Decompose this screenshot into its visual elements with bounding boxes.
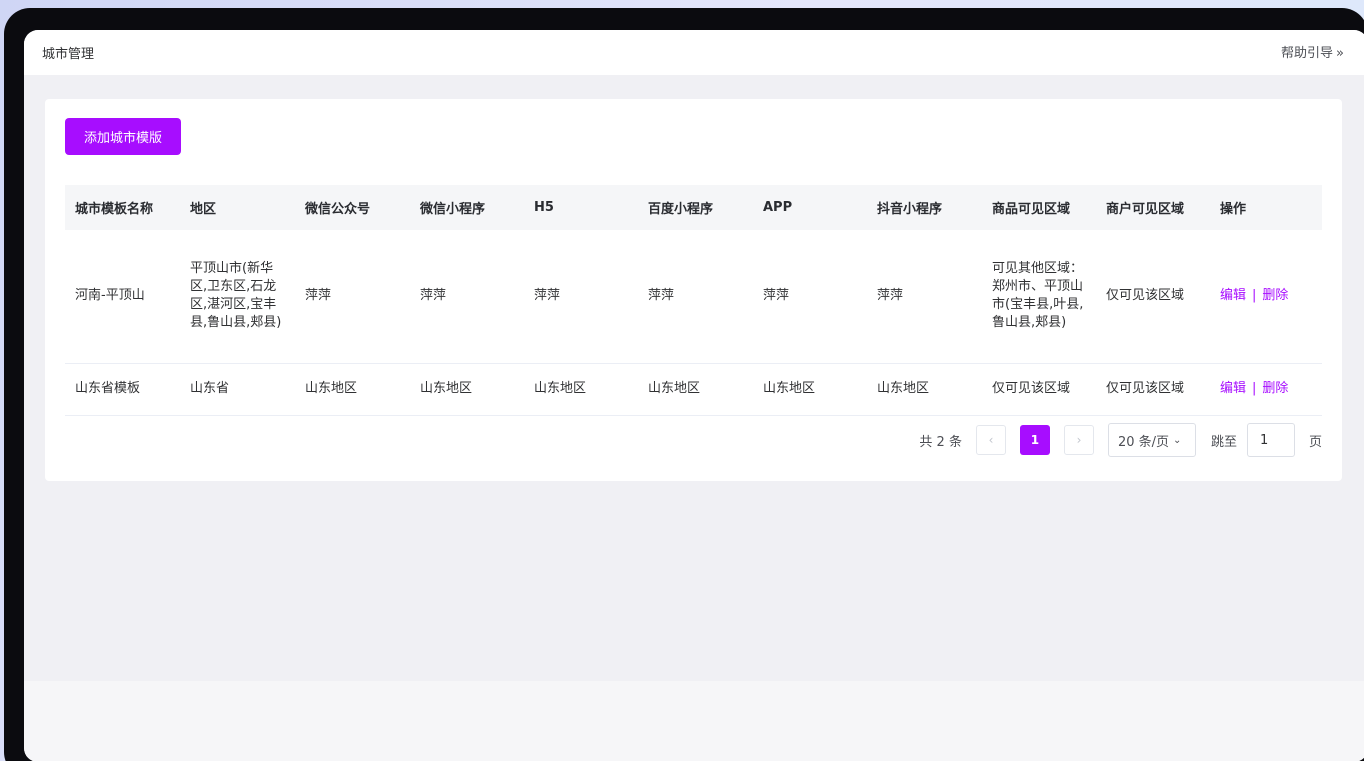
cell-actions: 编辑 | 删除 xyxy=(1210,230,1322,364)
cell-region: 平顶山市(新华区,卫东区,石龙区,湛河区,宝丰县,鲁山县,郏县) xyxy=(180,230,295,364)
column-header-douyin-mini: 抖音小程序 xyxy=(877,202,943,217)
help-guide-link[interactable]: 帮助引导» xyxy=(1281,42,1344,61)
cell-douyin-mini: 山东地区 xyxy=(867,363,982,416)
column-header-h5: H5 xyxy=(534,200,554,215)
cell-wechat-mp: 萍萍 xyxy=(295,230,410,364)
cell-region: 山东省 xyxy=(180,363,295,416)
bottom-area xyxy=(24,681,1364,761)
action-separator: | xyxy=(1252,288,1257,304)
edit-link[interactable]: 编辑 xyxy=(1220,381,1246,396)
city-template-card: 添加城市模版 城市模板名称 地区 微信公众号 微信小程序 H5 百度小程序 AP… xyxy=(45,99,1342,481)
chevron-left-icon: ‹ xyxy=(988,433,994,447)
page-title: 城市管理 xyxy=(42,47,95,62)
page-size-value: 20 条/页 xyxy=(1117,434,1170,450)
column-header-baidu-mini: 百度小程序 xyxy=(648,202,714,217)
next-page-button[interactable]: › xyxy=(1063,425,1094,455)
total-count: 共 2 条 xyxy=(919,434,962,450)
app-screen: 城市管理 帮助引导» 添加城市模版 城市模板名称 地区 微信公众号 微信小程序 … xyxy=(24,30,1364,761)
cell-wechat-mini: 山东地区 xyxy=(410,363,524,416)
column-header-actions: 操作 xyxy=(1220,202,1247,217)
column-header-region: 地区 xyxy=(190,202,217,217)
delete-link[interactable]: 删除 xyxy=(1262,381,1288,396)
table-row: 河南-平顶山 平顶山市(新华区,卫东区,石龙区,湛河区,宝丰县,鲁山县,郏县) … xyxy=(65,230,1322,364)
pagination: 共 2 条 ‹ 1 › 20 条/页 ⌄ 跳至 页 xyxy=(919,423,1322,457)
city-template-table: 城市模板名称 地区 微信公众号 微信小程序 H5 百度小程序 APP 抖音小程序… xyxy=(65,185,1322,416)
column-header-wechat-mp: 微信公众号 xyxy=(305,202,371,217)
double-chevron-right-icon: » xyxy=(1336,46,1344,61)
add-city-template-button[interactable]: 添加城市模版 xyxy=(65,118,181,155)
cell-goods-visible: 可见其他区域：郑州市、平顶山市(宝丰县,叶县,鲁山县,郏县) xyxy=(982,230,1096,364)
cell-h5: 山东地区 xyxy=(524,363,638,416)
cell-baidu-mini: 萍萍 xyxy=(638,230,753,364)
cell-goods-visible: 仅可见该区域 xyxy=(982,363,1096,416)
column-header-app: APP xyxy=(763,200,793,215)
cell-app: 萍萍 xyxy=(753,230,867,364)
cell-douyin-mini: 萍萍 xyxy=(867,230,982,364)
cell-actions: 编辑 | 删除 xyxy=(1210,363,1322,416)
cell-app: 山东地区 xyxy=(753,363,867,416)
page-suffix: 页 xyxy=(1308,434,1322,450)
prev-page-button[interactable]: ‹ xyxy=(975,425,1006,455)
jump-label: 跳至 xyxy=(1210,434,1237,450)
table-row: 山东省模板 山东省 山东地区 山东地区 山东地区 山东地区 山东地区 山东地区 … xyxy=(65,363,1322,416)
column-header-template-name: 城市模板名称 xyxy=(75,202,154,217)
edit-link[interactable]: 编辑 xyxy=(1220,288,1246,303)
page-size-select[interactable]: 20 条/页 ⌄ xyxy=(1107,423,1196,457)
column-header-merchant-visible: 商户可见区域 xyxy=(1106,202,1185,217)
help-guide-label: 帮助引导 xyxy=(1281,46,1334,61)
action-separator: | xyxy=(1252,381,1257,396)
chevron-right-icon: › xyxy=(1076,433,1082,447)
chevron-down-icon: ⌄ xyxy=(1173,434,1182,446)
cell-wechat-mini: 萍萍 xyxy=(410,230,524,364)
cell-merchant-visible: 仅可见该区域 xyxy=(1096,230,1210,364)
delete-link[interactable]: 删除 xyxy=(1262,288,1288,303)
top-bar: 城市管理 帮助引导» xyxy=(24,30,1364,75)
cell-baidu-mini: 山东地区 xyxy=(638,363,753,416)
cell-wechat-mp: 山东地区 xyxy=(295,363,410,416)
cell-merchant-visible: 仅可见该区域 xyxy=(1096,363,1210,416)
cell-h5: 萍萍 xyxy=(524,230,638,364)
cell-template-name: 河南-平顶山 xyxy=(65,230,180,364)
column-header-wechat-mini: 微信小程序 xyxy=(420,202,486,217)
cell-template-name: 山东省模板 xyxy=(65,363,180,416)
current-page-button[interactable]: 1 xyxy=(1019,425,1050,455)
column-header-goods-visible: 商品可见区域 xyxy=(992,202,1071,217)
table-header-row: 城市模板名称 地区 微信公众号 微信小程序 H5 百度小程序 APP 抖音小程序… xyxy=(65,185,1322,230)
jump-page-input[interactable] xyxy=(1246,423,1295,457)
device-frame: 城市管理 帮助引导» 添加城市模版 城市模板名称 地区 微信公众号 微信小程序 … xyxy=(4,8,1364,761)
